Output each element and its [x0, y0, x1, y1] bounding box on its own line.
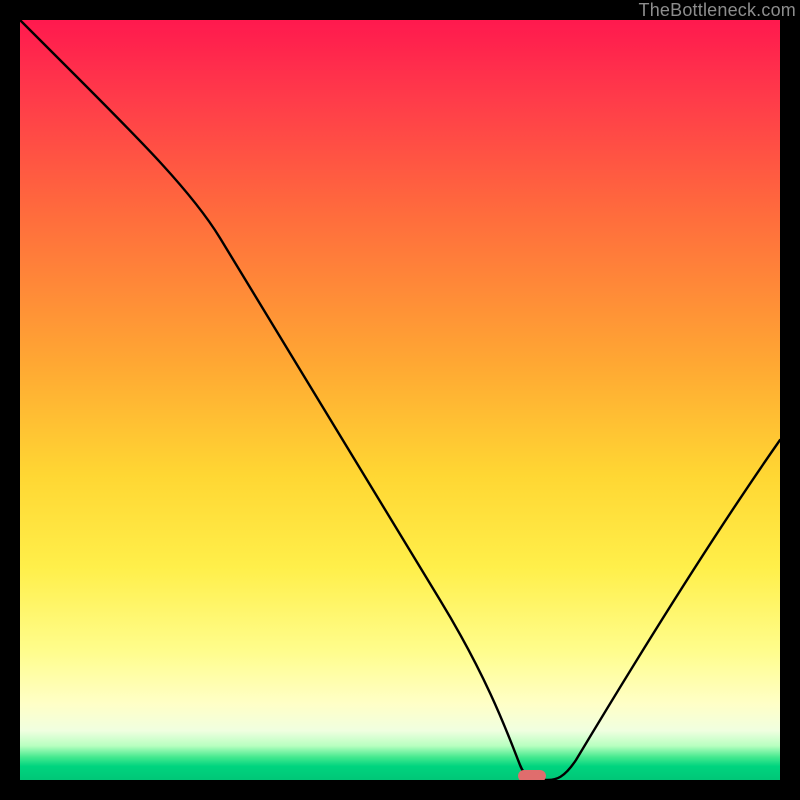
chart-frame: TheBottleneck.com [0, 0, 800, 800]
optimum-marker [518, 770, 546, 780]
plot-area [20, 20, 780, 780]
watermark-text: TheBottleneck.com [639, 0, 796, 21]
curve-path [20, 20, 780, 780]
bottleneck-curve [20, 20, 780, 780]
